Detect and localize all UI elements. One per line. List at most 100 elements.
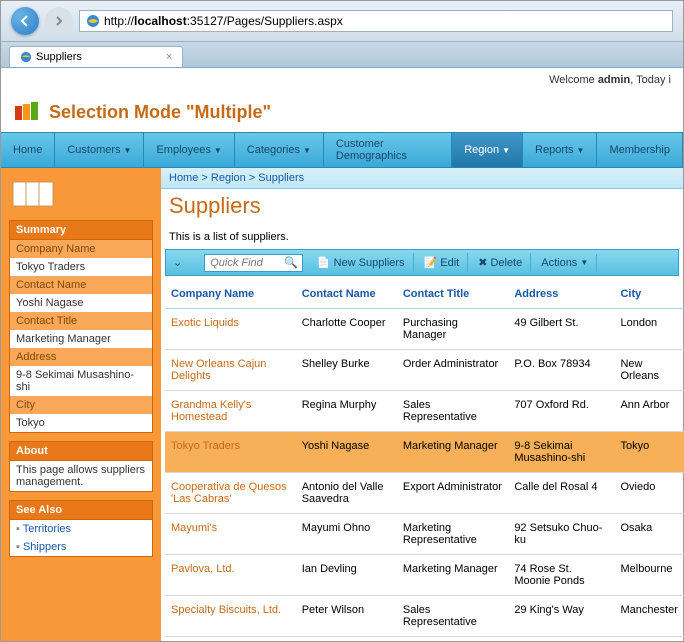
view-icon xyxy=(9,176,153,212)
crumb-suppliers: Suppliers xyxy=(258,172,304,184)
summary-value: Marketing Manager xyxy=(9,330,153,348)
summary-label: Contact Title xyxy=(9,312,153,330)
delete-button[interactable]: ✖Delete xyxy=(470,253,531,272)
cell-contact: Antonio del Valle Saavedra xyxy=(296,473,397,514)
cell-company: Mayumi's xyxy=(165,514,296,555)
table-row[interactable]: Specialty Biscuits, Ltd.Peter WilsonSale… xyxy=(165,596,684,637)
cell-title: Purchasing Manager xyxy=(397,309,508,350)
quick-find[interactable]: 🔍 xyxy=(204,254,303,272)
nav-home[interactable]: Home xyxy=(1,133,55,167)
table-row[interactable]: Exotic LiquidsCharlotte CooperPurchasing… xyxy=(165,309,684,350)
page-header: Selection Mode "Multiple" xyxy=(1,92,683,132)
page-title: Selection Mode "Multiple" xyxy=(49,102,271,123)
about-heading: About xyxy=(9,441,153,461)
table-row[interactable]: Tokyo TradersYoshi NagaseMarketing Manag… xyxy=(165,432,684,473)
cell-city: Tokyo xyxy=(614,432,684,473)
table-row[interactable]: Cooperativa de Quesos 'Las Cabras'Antoni… xyxy=(165,473,684,514)
browser-nav-bar: http://localhost:35127/Pages/Suppliers.a… xyxy=(1,1,683,42)
cell-address: P.O. Box 78934 xyxy=(508,350,614,391)
cell-company: Cooperativa de Quesos 'Las Cabras' xyxy=(165,473,296,514)
cell-address: 707 Oxford Rd. xyxy=(508,391,614,432)
search-icon[interactable]: 🔍 xyxy=(284,256,298,269)
table-row[interactable]: Pavlova, Ltd.Ian DevlingMarketing Manage… xyxy=(165,555,684,596)
main-title: Suppliers xyxy=(161,189,683,227)
tab-strip: Suppliers × xyxy=(1,42,683,68)
back-button[interactable] xyxy=(11,7,39,35)
main-area: Home > Region > Suppliers Suppliers This… xyxy=(161,168,683,641)
new-button[interactable]: 📄New Suppliers xyxy=(309,253,414,272)
url-text: http://localhost:35127/Pages/Suppliers.a… xyxy=(104,14,343,28)
nav-customers[interactable]: Customers▼ xyxy=(55,133,144,167)
cell-company: Specialty Biscuits, Ltd. xyxy=(165,596,296,637)
cell-title: Sales Representative xyxy=(397,391,508,432)
cell-contact: Ian Devling xyxy=(296,555,397,596)
nav-employees[interactable]: Employees▼ xyxy=(144,133,234,167)
col-contact[interactable]: Contact Name xyxy=(296,280,397,309)
col-title[interactable]: Contact Title xyxy=(397,280,508,309)
actions-button[interactable]: Actions▼ xyxy=(533,254,597,272)
cell-contact: Yoshi Nagase xyxy=(296,432,397,473)
cell-contact: Peter Wilson xyxy=(296,596,397,637)
cell-title: Order Administrator xyxy=(397,350,508,391)
suppliers-grid: Company Name Contact Name Contact Title … xyxy=(165,280,684,637)
expand-icon[interactable]: ⌄ xyxy=(169,256,186,269)
cell-title: Sales Representative xyxy=(397,596,508,637)
table-row[interactable]: Mayumi'sMayumi OhnoMarketing Representat… xyxy=(165,514,684,555)
tab-label: Suppliers xyxy=(36,51,82,63)
new-icon: 📄 xyxy=(317,256,331,269)
crumb-home[interactable]: Home xyxy=(169,172,198,184)
main-nav: Home Customers▼ Employees▼ Categories▼ C… xyxy=(1,132,683,168)
cell-address: 49 Gilbert St. xyxy=(508,309,614,350)
seealso-link[interactable]: ▪ Territories xyxy=(9,520,153,538)
sidebar: Summary Company NameTokyo TradersContact… xyxy=(1,168,161,641)
address-bar[interactable]: http://localhost:35127/Pages/Suppliers.a… xyxy=(79,10,673,32)
cell-address: Calle del Rosal 4 xyxy=(508,473,614,514)
cell-company: Pavlova, Ltd. xyxy=(165,555,296,596)
edit-button[interactable]: 📝Edit xyxy=(416,253,469,272)
browser-tab[interactable]: Suppliers × xyxy=(9,46,183,67)
cell-title: Marketing Representative xyxy=(397,514,508,555)
search-input[interactable] xyxy=(209,256,284,270)
cell-address: 92 Setsuko Chuo-ku xyxy=(508,514,614,555)
summary-value: Yoshi Nagase xyxy=(9,294,153,312)
nav-membership[interactable]: Membership xyxy=(597,133,683,167)
summary-label: Address xyxy=(9,348,153,366)
cell-company: Tokyo Traders xyxy=(165,432,296,473)
app-icon xyxy=(13,100,41,124)
table-row[interactable]: New Orleans Cajun DelightsShelley BurkeO… xyxy=(165,350,684,391)
table-row[interactable]: Grandma Kelly's HomesteadRegina MurphySa… xyxy=(165,391,684,432)
close-icon[interactable]: × xyxy=(166,51,172,63)
col-city[interactable]: City xyxy=(614,280,684,309)
seealso-heading: See Also xyxy=(9,500,153,520)
cell-city: Oviedo xyxy=(614,473,684,514)
seealso-link[interactable]: ▪ Shippers xyxy=(9,538,153,557)
cell-title: Marketing Manager xyxy=(397,555,508,596)
forward-button[interactable] xyxy=(45,7,73,35)
welcome-text: Welcome admin, Today i xyxy=(1,68,683,92)
ie-icon xyxy=(86,14,100,28)
summary-value: 9-8 Sekimai Musashino-shi xyxy=(9,366,153,396)
cell-company: Exotic Liquids xyxy=(165,309,296,350)
cell-company: Grandma Kelly's Homestead xyxy=(165,391,296,432)
cell-contact: Mayumi Ohno xyxy=(296,514,397,555)
cell-city: Manchester xyxy=(614,596,684,637)
summary-label: Company Name xyxy=(9,240,153,258)
cell-title: Export Administrator xyxy=(397,473,508,514)
nav-demographics[interactable]: Customer Demographics xyxy=(324,133,452,167)
cell-city: Osaka xyxy=(614,514,684,555)
summary-value: Tokyo xyxy=(9,414,153,433)
nav-categories[interactable]: Categories▼ xyxy=(235,133,324,167)
nav-reports[interactable]: Reports▼ xyxy=(523,133,597,167)
nav-region[interactable]: Region▼ xyxy=(452,133,523,167)
cell-title: Marketing Manager xyxy=(397,432,508,473)
cell-city: New Orleans xyxy=(614,350,684,391)
cell-city: Melbourne xyxy=(614,555,684,596)
cell-company: New Orleans Cajun Delights xyxy=(165,350,296,391)
col-address[interactable]: Address xyxy=(508,280,614,309)
sub-text: This is a list of suppliers. xyxy=(161,227,683,249)
cell-contact: Shelley Burke xyxy=(296,350,397,391)
col-company[interactable]: Company Name xyxy=(165,280,296,309)
crumb-region[interactable]: Region xyxy=(211,172,246,184)
cell-contact: Charlotte Cooper xyxy=(296,309,397,350)
edit-icon: 📝 xyxy=(424,256,438,269)
